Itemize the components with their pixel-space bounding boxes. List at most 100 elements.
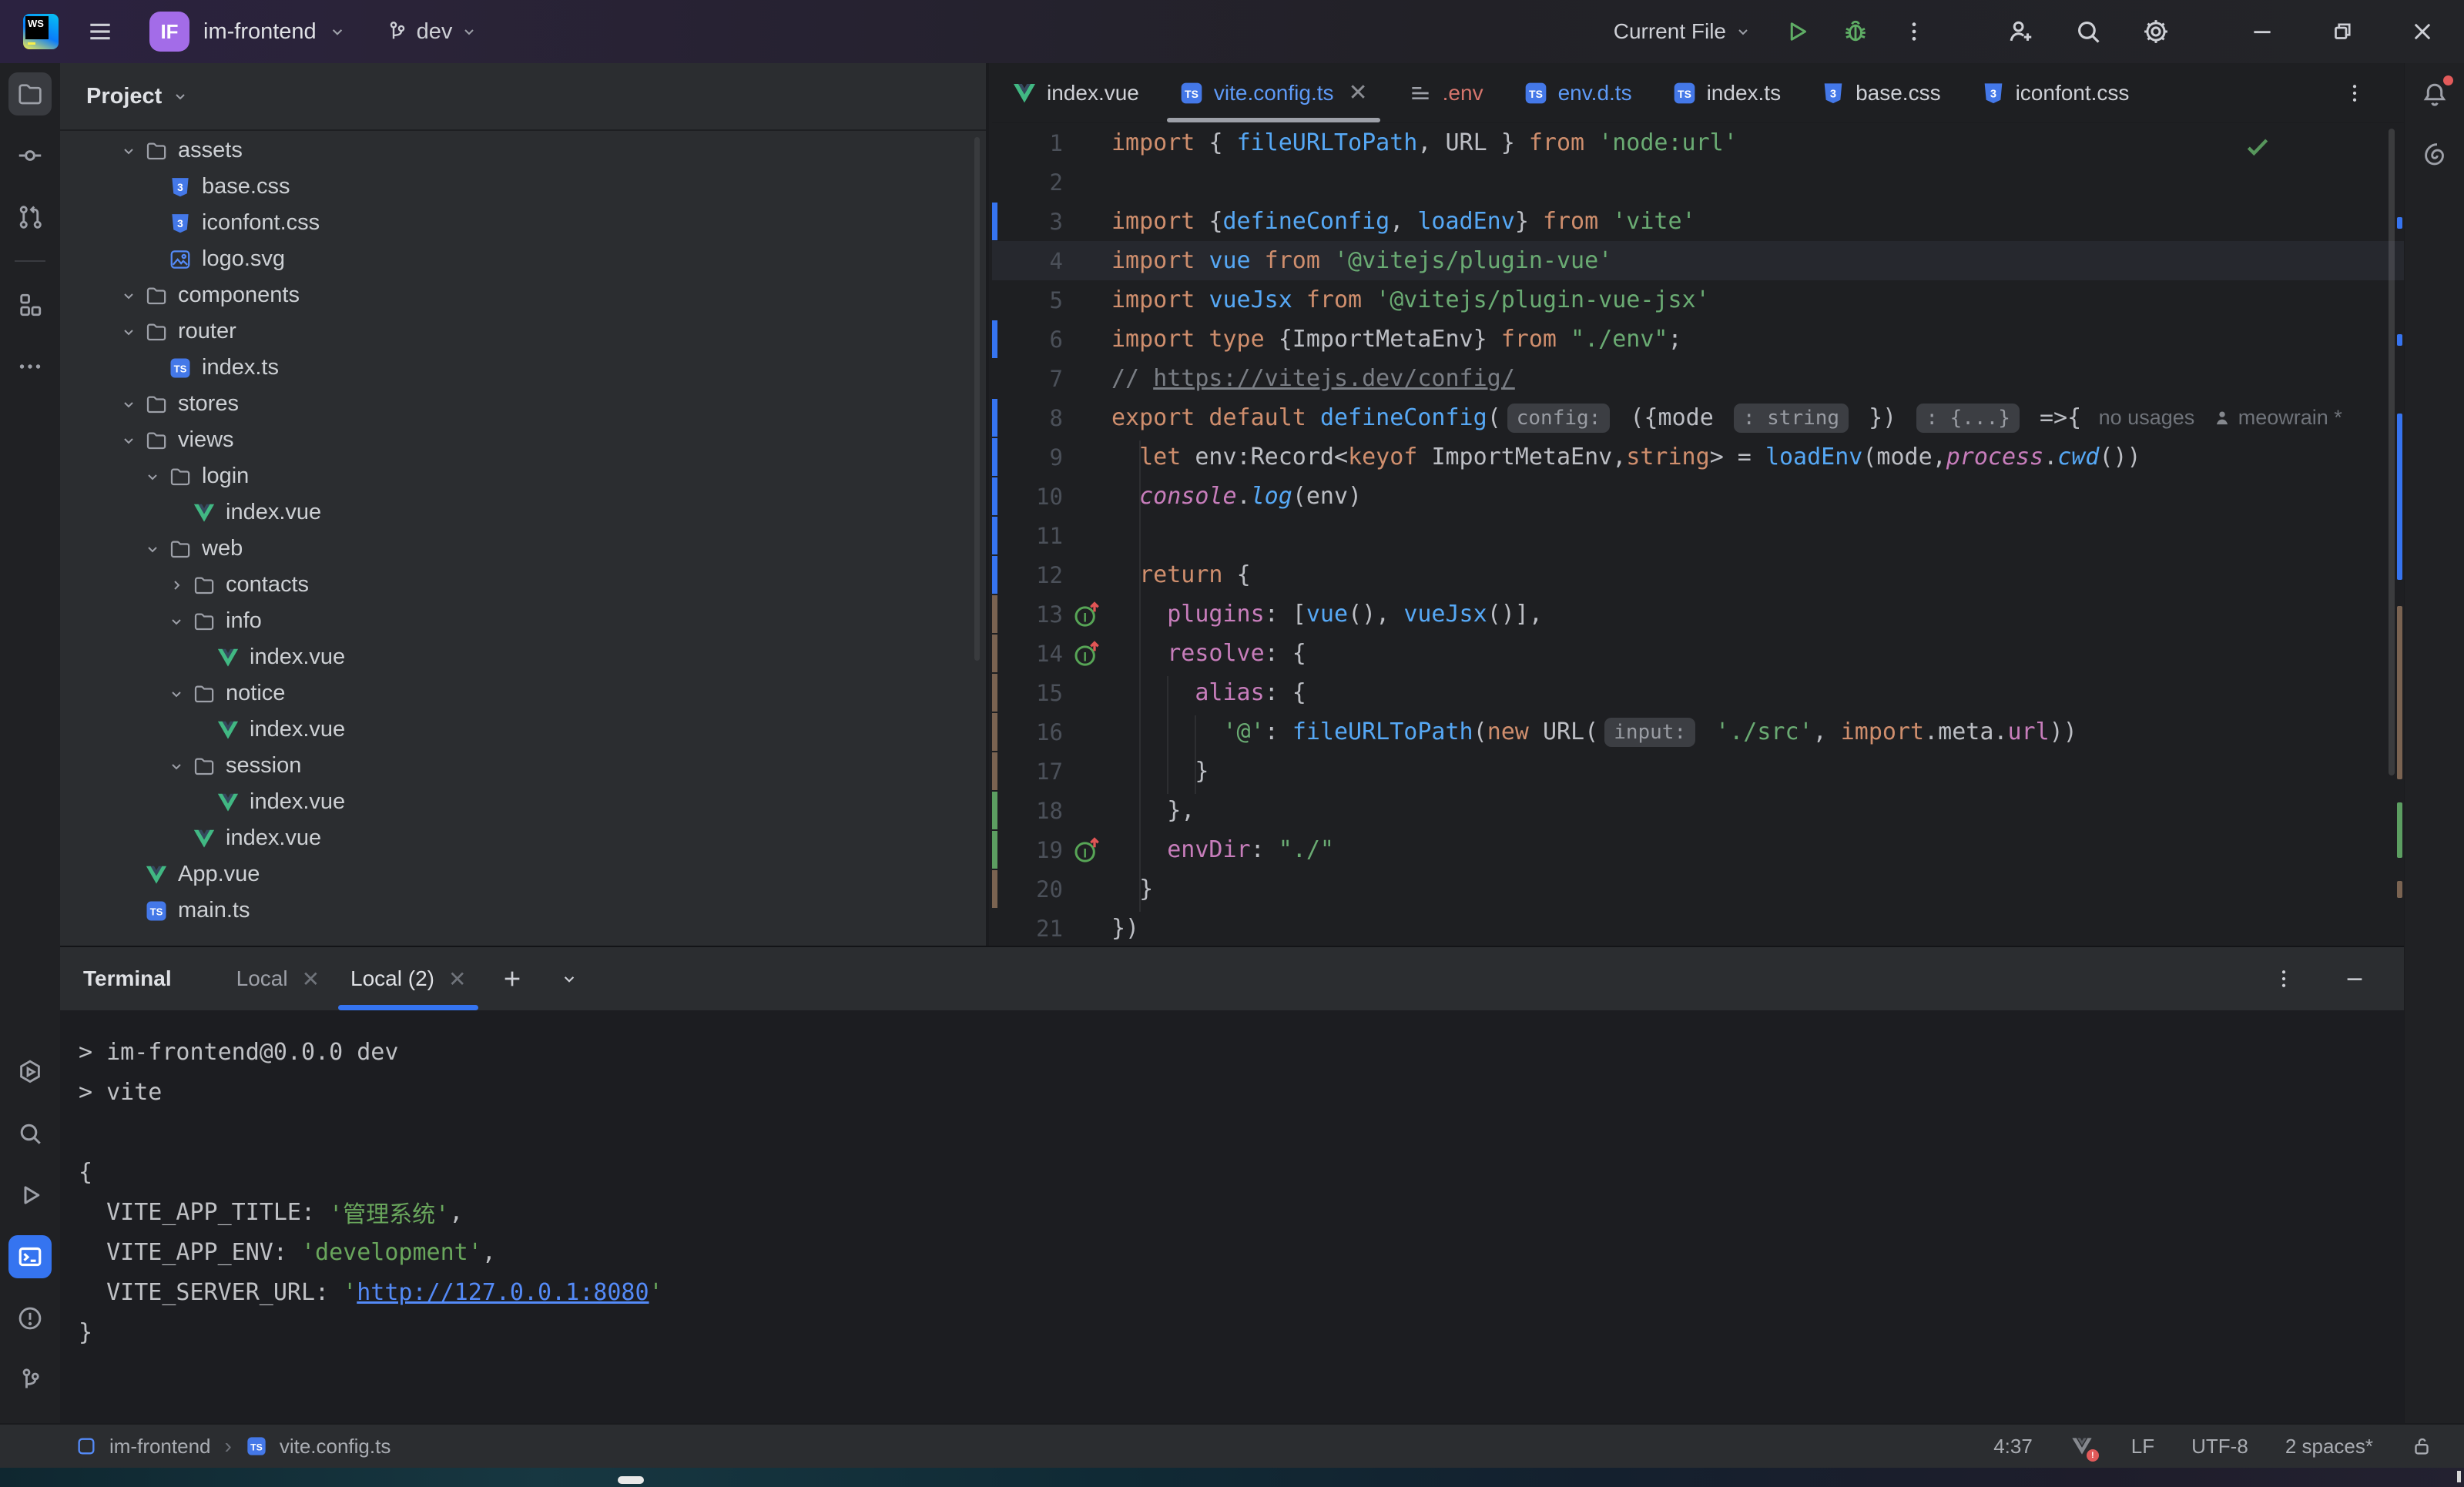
code-line-14[interactable]: 14I resolve: { (992, 634, 2404, 673)
tree-item-index.vue[interactable]: index.vue (60, 820, 986, 856)
hide-terminal-button[interactable] (2336, 960, 2373, 997)
line-separator-indicator[interactable]: LF (2131, 1435, 2154, 1459)
tool-stripe-version-control[interactable] (8, 1358, 52, 1402)
tree-item-info[interactable]: info (60, 603, 986, 639)
indent-indicator[interactable]: 2 spaces* (2285, 1435, 2373, 1459)
debug-button[interactable] (1837, 13, 1874, 50)
chevron-down-icon[interactable] (138, 462, 167, 491)
chevron-down-icon[interactable] (114, 281, 143, 310)
close-icon[interactable]: ✕ (1349, 79, 1368, 106)
tree-item-web[interactable]: web (60, 531, 986, 567)
inlay-hint[interactable]: config: (1507, 404, 1611, 433)
chevron-down-icon[interactable] (327, 22, 347, 42)
tool-stripe-problems[interactable] (8, 1297, 52, 1340)
code-line-17[interactable]: 17 } (992, 752, 2404, 791)
vue-error-indicator[interactable]: ! (2070, 1434, 2094, 1459)
code-line-2[interactable]: 2 (992, 162, 2404, 202)
project-name[interactable]: im-frontend (203, 19, 317, 45)
tool-stripe-commit[interactable] (8, 134, 52, 177)
code-line-3[interactable]: 3import {defineConfig, loadEnv} from 'vi… (992, 202, 2404, 241)
run-button[interactable] (1778, 13, 1815, 50)
terminal-tab-Local (2)[interactable]: Local (2)✕ (335, 947, 481, 1010)
tree-item-index.vue[interactable]: index.vue (60, 712, 986, 748)
tool-stripe-services[interactable] (8, 1050, 52, 1093)
code-line-20[interactable]: 20 } (992, 869, 2404, 909)
chevron-down-icon[interactable] (114, 317, 143, 347)
more-actions-button[interactable] (1896, 13, 1933, 50)
commit-gutter-icon[interactable]: I (1072, 638, 1103, 669)
tree-item-login[interactable]: login (60, 458, 986, 494)
chevron-down-icon[interactable] (114, 390, 143, 419)
project-panel-header[interactable]: Project (60, 63, 986, 131)
tree-item-stores[interactable]: stores (60, 386, 986, 422)
tree-item-router[interactable]: router (60, 313, 986, 350)
tab-list-button[interactable] (2336, 75, 2373, 112)
breadcrumb-project[interactable]: im-frontend (109, 1435, 211, 1459)
tree-item-index.vue[interactable]: index.vue (60, 494, 986, 531)
encoding-indicator[interactable]: UTF-8 (2191, 1435, 2248, 1459)
code-line-7[interactable]: 7// https://vitejs.dev/config/ (992, 359, 2404, 398)
terminal-link[interactable]: http://127.0.0.1:8080 (357, 1279, 649, 1306)
search-everywhere-button[interactable] (2070, 13, 2107, 50)
new-terminal-tab-button[interactable] (494, 960, 531, 997)
editor-tab-vite.config.ts[interactable]: TSvite.config.ts✕ (1159, 63, 1388, 122)
tool-stripe-notifications[interactable] (2413, 72, 2456, 116)
code-line-1[interactable]: 1import { fileURLToPath, URL } from 'nod… (992, 123, 2404, 162)
terminal-options-button[interactable] (2265, 960, 2302, 997)
tree-item-session[interactable]: session (60, 748, 986, 784)
tool-stripe-pull-requests[interactable] (8, 196, 52, 239)
caret-position[interactable]: 4:37 (1993, 1435, 2033, 1459)
editor-tab-index.ts[interactable]: TSindex.ts (1652, 63, 1802, 122)
code-line-12[interactable]: 12 return { (992, 555, 2404, 594)
chevron-down-icon[interactable] (162, 679, 191, 708)
chevron-down-icon[interactable] (138, 534, 167, 564)
minimize-button[interactable] (2244, 13, 2281, 50)
tree-item-index.vue[interactable]: index.vue (60, 639, 986, 675)
author-hint[interactable]: meowrain * (2212, 406, 2342, 430)
tree-item-index.ts[interactable]: TSindex.ts (60, 350, 986, 386)
breadcrumb-file[interactable]: vite.config.ts (280, 1435, 391, 1459)
git-branch-widget[interactable]: dev (384, 19, 479, 45)
code-line-10[interactable]: 10 console.log(env) (992, 477, 2404, 516)
terminal-tab-dropdown[interactable] (551, 960, 588, 997)
settings-button[interactable] (2137, 13, 2174, 50)
tree-item-notice[interactable]: notice (60, 675, 986, 712)
commit-gutter-icon[interactable]: I (1072, 599, 1103, 630)
tree-item-App.vue[interactable]: App.vue (60, 856, 986, 893)
tool-stripe-terminal[interactable] (8, 1235, 52, 1278)
code-editor[interactable]: 1import { fileURLToPath, URL } from 'nod… (992, 123, 2404, 946)
tree-item-views[interactable]: views (60, 422, 986, 458)
chevron-down-icon[interactable] (162, 752, 191, 781)
terminal-tab-Local[interactable]: Local✕ (221, 947, 335, 1010)
editor-tab-iconfont.css[interactable]: 3iconfont.css (1961, 63, 2150, 122)
terminal-output[interactable]: > im-frontend@0.0.0 dev> vite{ VITE_APP_… (60, 1010, 2404, 1352)
lock-open-icon[interactable] (2410, 1435, 2433, 1458)
close-button[interactable] (2404, 13, 2441, 50)
tree-item-base.css[interactable]: 3base.css (60, 169, 986, 205)
code-line-5[interactable]: 5import vueJsx from '@vitejs/plugin-vue-… (992, 280, 2404, 320)
editor-scrollbar[interactable] (2389, 129, 2395, 775)
inlay-hint[interactable]: : string (1734, 404, 1849, 433)
code-line-18[interactable]: 18 }, (992, 791, 2404, 830)
tree-item-index.vue[interactable]: index.vue (60, 784, 986, 820)
tool-stripe-structure[interactable] (8, 283, 52, 327)
tool-stripe-find[interactable] (8, 1112, 52, 1155)
chevron-down-icon[interactable] (114, 426, 143, 455)
close-icon[interactable]: ✕ (302, 966, 320, 992)
restore-button[interactable] (2324, 13, 2361, 50)
close-icon[interactable]: ✕ (448, 966, 466, 992)
tool-stripe-more-tool-windows[interactable] (8, 345, 52, 388)
code-line-6[interactable]: 6import type {ImportMetaEnv} from "./env… (992, 320, 2404, 359)
code-line-11[interactable]: 11 (992, 516, 2404, 555)
code-line-16[interactable]: 16 '@': fileURLToPath(new URL(input: './… (992, 712, 2404, 752)
code-line-13[interactable]: 13I plugins: [vue(), vueJsx()], (992, 594, 2404, 634)
code-line-21[interactable]: 21}) (992, 909, 2404, 946)
tree-item-components[interactable]: components (60, 277, 986, 313)
editor-tab-base.css[interactable]: 3base.css (1801, 63, 1961, 122)
tool-stripe-run[interactable] (8, 1174, 52, 1217)
run-configuration-select[interactable]: Current File (1614, 19, 1752, 44)
chevron-down-icon[interactable] (162, 607, 191, 636)
tool-stripe-ai-assistant[interactable] (2413, 134, 2456, 177)
code-line-19[interactable]: 19I envDir: "./" (992, 830, 2404, 869)
commit-gutter-icon[interactable]: I (1072, 835, 1103, 866)
